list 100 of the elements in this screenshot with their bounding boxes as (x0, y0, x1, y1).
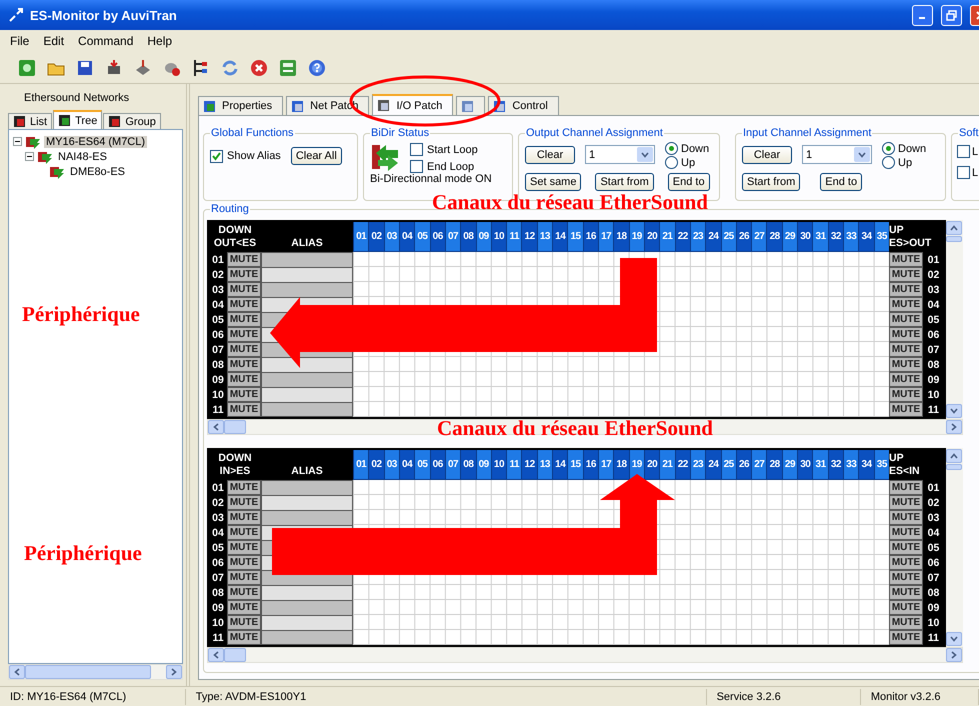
device-icon[interactable] (134, 58, 152, 76)
assign-button[interactable]: Start from (742, 173, 800, 191)
channel-select[interactable]: 1 (585, 145, 655, 164)
help-icon[interactable] (308, 58, 326, 76)
scroll-thumb[interactable] (224, 648, 246, 662)
mute-button[interactable]: MUTE (888, 297, 923, 312)
assign-button[interactable]: End to (820, 173, 862, 191)
tab[interactable] (456, 96, 486, 115)
vertical-scrollbar[interactable] (946, 448, 963, 647)
close-icon[interactable] (250, 58, 268, 76)
horizontal-scrollbar[interactable] (8, 664, 183, 680)
checkbox[interactable] (210, 150, 223, 162)
checkbox[interactable] (957, 166, 970, 179)
mute-button[interactable]: MUTE (888, 495, 923, 510)
mute-button[interactable]: MUTE (888, 402, 923, 417)
mute-button[interactable]: MUTE (888, 525, 923, 540)
mute-button[interactable]: MUTE (888, 630, 923, 645)
mute-button[interactable]: MUTE (888, 387, 923, 402)
mute-button[interactable]: MUTE (888, 357, 923, 372)
mute-button[interactable]: MUTE (888, 510, 923, 525)
tab[interactable]: List (8, 113, 52, 129)
tab[interactable]: Properties (198, 96, 284, 115)
scroll-thumb[interactable] (946, 236, 962, 242)
mute-button[interactable]: MUTE (227, 525, 261, 540)
mute-button[interactable]: MUTE (888, 327, 923, 342)
scroll-thumb[interactable] (224, 420, 246, 434)
mute-button[interactable]: MUTE (227, 402, 261, 417)
mute-button[interactable]: MUTE (888, 282, 923, 297)
menu-item[interactable]: Edit (37, 34, 70, 48)
mute-button[interactable]: MUTE (888, 342, 923, 357)
tree-item[interactable]: NAI48-ES (56, 150, 109, 162)
horizontal-scrollbar[interactable] (207, 647, 963, 663)
mute-button[interactable]: MUTE (227, 495, 261, 510)
mute-button[interactable]: MUTE (888, 312, 923, 327)
mute-button[interactable]: MUTE (227, 480, 261, 495)
clear-button[interactable]: Clear (525, 146, 575, 164)
assign-button[interactable]: End to (668, 173, 710, 191)
mute-button[interactable]: MUTE (888, 252, 923, 267)
menu-item[interactable]: File (4, 34, 36, 48)
mute-button[interactable]: MUTE (227, 555, 261, 570)
checkbox[interactable] (957, 145, 970, 158)
tab[interactable]: Control (488, 96, 559, 115)
menu-item[interactable]: Command (72, 34, 140, 48)
mute-button[interactable]: MUTE (888, 372, 923, 387)
mute-button[interactable]: MUTE (888, 480, 923, 495)
mute-button[interactable]: MUTE (227, 312, 261, 327)
menu-item[interactable]: Help (141, 34, 178, 48)
device-download-icon[interactable] (105, 58, 123, 76)
collapse-icon[interactable] (13, 137, 22, 146)
tab[interactable]: Group (103, 113, 161, 129)
scroll-thumb[interactable] (946, 464, 962, 470)
mute-button[interactable]: MUTE (227, 357, 261, 372)
mute-button[interactable]: MUTE (888, 570, 923, 585)
vertical-scrollbar[interactable] (946, 220, 963, 419)
mute-button[interactable]: MUTE (227, 570, 261, 585)
mute-button[interactable]: MUTE (227, 585, 261, 600)
minimize-icon[interactable] (912, 4, 933, 26)
tab[interactable]: Tree (53, 110, 102, 129)
mute-button[interactable]: MUTE (227, 267, 261, 282)
tab[interactable]: I/O Patch (372, 94, 454, 115)
mute-button[interactable]: MUTE (888, 267, 923, 282)
radio-button[interactable] (882, 142, 895, 155)
mute-button[interactable]: MUTE (888, 615, 923, 630)
tree-item[interactable]: MY16-ES64 (M7CL) (44, 136, 148, 148)
mute-button[interactable]: MUTE (227, 387, 261, 402)
mute-button[interactable]: MUTE (888, 585, 923, 600)
mute-button[interactable]: MUTE (227, 630, 261, 645)
mute-button[interactable]: MUTE (888, 600, 923, 615)
mute-button[interactable]: MUTE (227, 615, 261, 630)
mute-button[interactable]: MUTE (227, 510, 261, 525)
sync-icon[interactable] (221, 58, 239, 76)
mute-button[interactable]: MUTE (227, 252, 261, 267)
clear-all-button[interactable]: Clear All (290, 147, 342, 165)
radio-button[interactable] (665, 156, 678, 169)
tree-icon[interactable] (192, 58, 210, 76)
checkbox[interactable] (410, 160, 423, 173)
mute-button[interactable]: MUTE (227, 327, 261, 342)
network-icon[interactable] (18, 58, 36, 76)
mute-button[interactable]: MUTE (227, 282, 261, 297)
maximize-icon[interactable] (941, 4, 962, 26)
scroll-thumb[interactable] (25, 665, 151, 679)
collapse-icon[interactable] (25, 152, 34, 161)
mute-button[interactable]: MUTE (227, 372, 261, 387)
power-icon[interactable] (279, 58, 297, 76)
horizontal-scrollbar[interactable] (207, 419, 963, 435)
tree-item[interactable]: DME8o-ES (68, 166, 128, 178)
mute-button[interactable]: MUTE (227, 540, 261, 555)
assign-button[interactable]: Set same (525, 173, 582, 191)
mute-button[interactable]: MUTE (888, 540, 923, 555)
checkbox[interactable] (410, 143, 423, 156)
mute-button[interactable]: MUTE (227, 342, 261, 357)
mute-button[interactable]: MUTE (227, 600, 261, 615)
assign-button[interactable]: Start from (595, 173, 654, 191)
mute-button[interactable]: MUTE (888, 555, 923, 570)
mute-button[interactable]: MUTE (227, 297, 261, 312)
radio-button[interactable] (665, 142, 678, 155)
radio-button[interactable] (882, 156, 895, 169)
save-icon[interactable] (76, 58, 94, 76)
channel-select[interactable]: 1 (802, 145, 872, 164)
clear-button[interactable]: Clear (742, 146, 792, 164)
